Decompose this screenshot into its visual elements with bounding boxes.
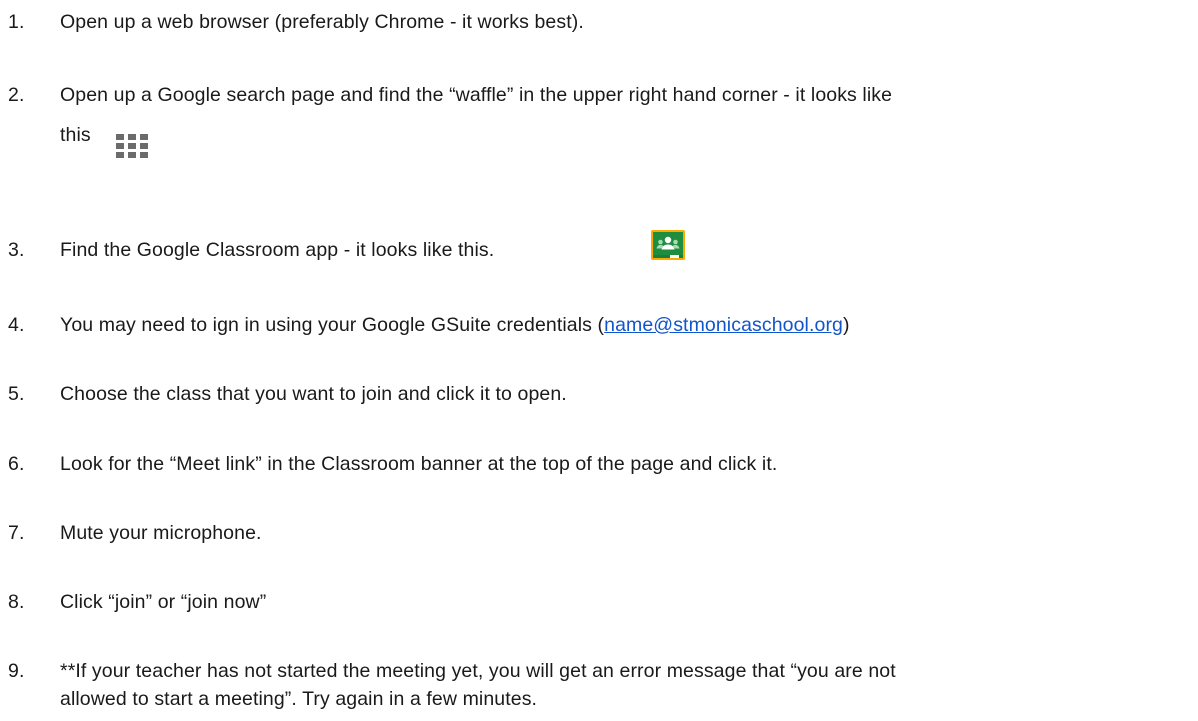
step-text: **If your teacher has not started the me… — [60, 660, 896, 682]
step-9: 9. **If your teacher has not started the … — [8, 657, 1188, 713]
step-text: Click “join” or “join now” — [60, 591, 267, 613]
step-number: 6. — [8, 453, 25, 475]
instructions-document: 1. Open up a web browser (preferably Chro… — [0, 0, 1198, 721]
step-5: 5. Choose the class that you want to join… — [8, 380, 1188, 408]
step-text-end: ) — [843, 314, 850, 336]
step-text: Find the Google Classroom app - it looks… — [60, 239, 495, 261]
step-4: 4. You may need to ign in using your Goog… — [8, 311, 1188, 339]
step-6: 6. Look for the “Meet link” in the Classr… — [8, 450, 1188, 478]
step-number: 9. — [8, 660, 25, 682]
step-1: 1. Open up a web browser (preferably Chro… — [8, 8, 1188, 36]
step-text: You may need to ign in using your Google… — [60, 314, 605, 336]
step-7: 7. Mute your microphone. — [8, 519, 1188, 547]
google-classroom-icon — [650, 229, 686, 261]
step-number: 1. — [8, 11, 25, 33]
step-number: 4. — [8, 314, 25, 336]
step-number: 5. — [8, 383, 25, 405]
step-text: Choose the class that you want to join a… — [60, 383, 567, 405]
email-link[interactable]: name@stmonicaschool.org — [604, 314, 843, 336]
step-number: 3. — [8, 239, 25, 261]
step-number: 7. — [8, 522, 25, 544]
step-8: 8. Click “join” or “join now” — [8, 588, 1188, 616]
step-text: Open up a Google search page and find th… — [60, 84, 893, 106]
step-number: 2. — [8, 84, 25, 106]
step-3: 3. Find the Google Classroom app - it loo… — [8, 236, 1188, 264]
step-text: Mute your microphone. — [60, 522, 262, 544]
step-number: 8. — [8, 591, 25, 613]
step-2: 2. Open up a Google search page and find … — [8, 81, 1188, 149]
apps-grid-icon — [116, 134, 152, 158]
step-text: Look for the “Meet link” in the Classroo… — [60, 453, 778, 475]
step-text-continued: allowed to start a meeting”. Try again i… — [60, 688, 538, 710]
step-text-continued: this — [60, 124, 91, 146]
step-text: Open up a web browser (preferably Chrome… — [60, 11, 584, 33]
